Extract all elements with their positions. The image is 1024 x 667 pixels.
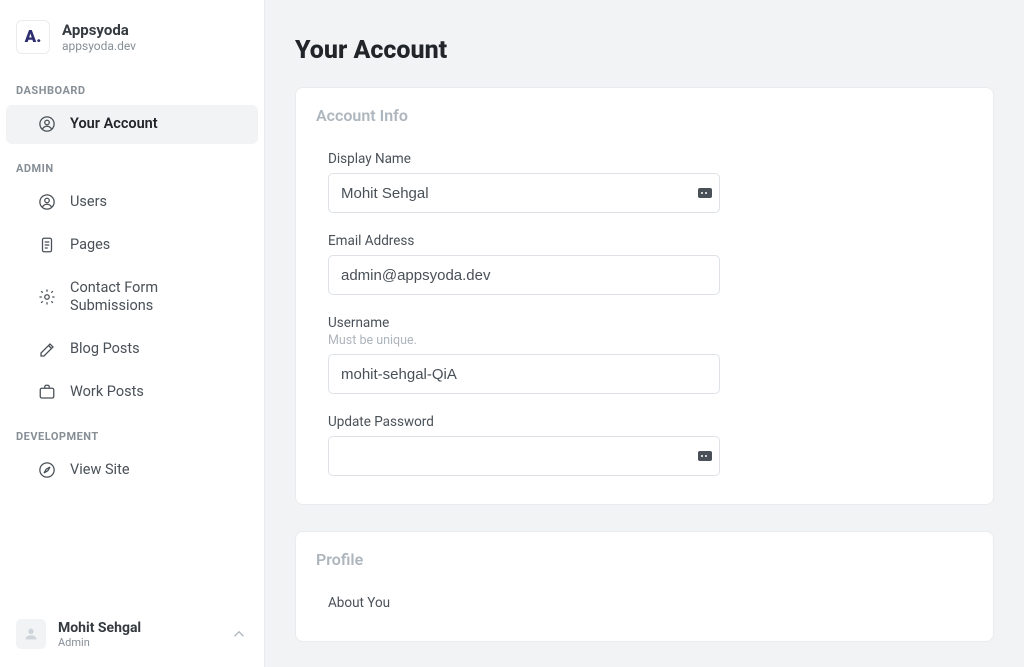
sidebar-item-blog-posts[interactable]: Blog Posts xyxy=(6,330,258,369)
card-title-profile: Profile xyxy=(296,532,993,573)
username-input[interactable] xyxy=(328,354,720,394)
field-email: Email Address xyxy=(328,233,961,295)
brand-subtitle: appsyoda.dev xyxy=(62,39,136,53)
field-display-name: Display Name xyxy=(328,151,961,213)
username-label: Username xyxy=(328,315,961,331)
section-label-admin: ADMIN xyxy=(0,146,264,181)
sidebar-item-label: Your Account xyxy=(70,115,158,134)
user-name: Mohit Sehgal xyxy=(58,620,141,636)
sidebar-item-label: View Site xyxy=(70,461,130,480)
card-title-account-info: Account Info xyxy=(296,88,993,129)
about-you-label: About You xyxy=(328,595,961,611)
sidebar-item-your-account[interactable]: Your Account xyxy=(6,105,258,144)
username-hint: Must be unique. xyxy=(328,333,961,348)
profile-card: Profile About You xyxy=(295,531,994,642)
field-about-you: About You xyxy=(328,595,961,611)
sidebar-item-work-posts[interactable]: Work Posts xyxy=(6,373,258,412)
gear-icon xyxy=(38,288,56,306)
sidebar-item-contact-form[interactable]: Contact Form Submissions xyxy=(6,269,258,327)
users-icon xyxy=(38,193,56,211)
section-label-dashboard: DASHBOARD xyxy=(0,68,264,103)
user-role: Admin xyxy=(58,636,141,649)
sidebar-item-label: Contact Form Submissions xyxy=(70,279,242,317)
user-circle-icon xyxy=(38,115,56,133)
sidebar-item-view-site[interactable]: View Site xyxy=(6,451,258,490)
document-icon xyxy=(38,236,56,254)
sidebar-item-label: Blog Posts xyxy=(70,340,140,359)
brand-logo: A. xyxy=(16,20,50,54)
edit-icon xyxy=(38,341,56,359)
section-label-development: DEVELOPMENT xyxy=(0,414,264,449)
main-content: Your Account Account Info Display Name E… xyxy=(265,0,1024,667)
display-name-label: Display Name xyxy=(328,151,961,167)
autofill-indicator-icon xyxy=(698,451,712,461)
email-input[interactable] xyxy=(328,255,720,295)
field-username: Username Must be unique. xyxy=(328,315,961,394)
avatar xyxy=(16,619,46,649)
compass-icon xyxy=(38,461,56,479)
sidebar-item-users[interactable]: Users xyxy=(6,183,258,222)
brand-title: Appsyoda xyxy=(62,21,136,39)
email-label: Email Address xyxy=(328,233,961,249)
brand: A. Appsyoda appsyoda.dev xyxy=(0,12,264,68)
display-name-input[interactable] xyxy=(328,173,720,213)
sidebar-item-pages[interactable]: Pages xyxy=(6,226,258,265)
autofill-indicator-icon xyxy=(698,188,712,198)
sidebar: A. Appsyoda appsyoda.dev DASHBOARD Your … xyxy=(0,0,265,667)
sidebar-item-label: Users xyxy=(70,193,107,212)
sidebar-item-label: Pages xyxy=(70,236,110,255)
page-title: Your Account xyxy=(295,36,994,65)
sidebar-item-label: Work Posts xyxy=(70,383,144,402)
briefcase-icon xyxy=(38,383,56,401)
field-password: Update Password xyxy=(328,414,961,476)
password-label: Update Password xyxy=(328,414,961,430)
chevron-up-icon xyxy=(230,625,248,643)
password-input[interactable] xyxy=(328,436,720,476)
user-menu-toggle[interactable]: Mohit Sehgal Admin xyxy=(0,605,264,667)
account-info-card: Account Info Display Name Email Address … xyxy=(295,87,994,505)
